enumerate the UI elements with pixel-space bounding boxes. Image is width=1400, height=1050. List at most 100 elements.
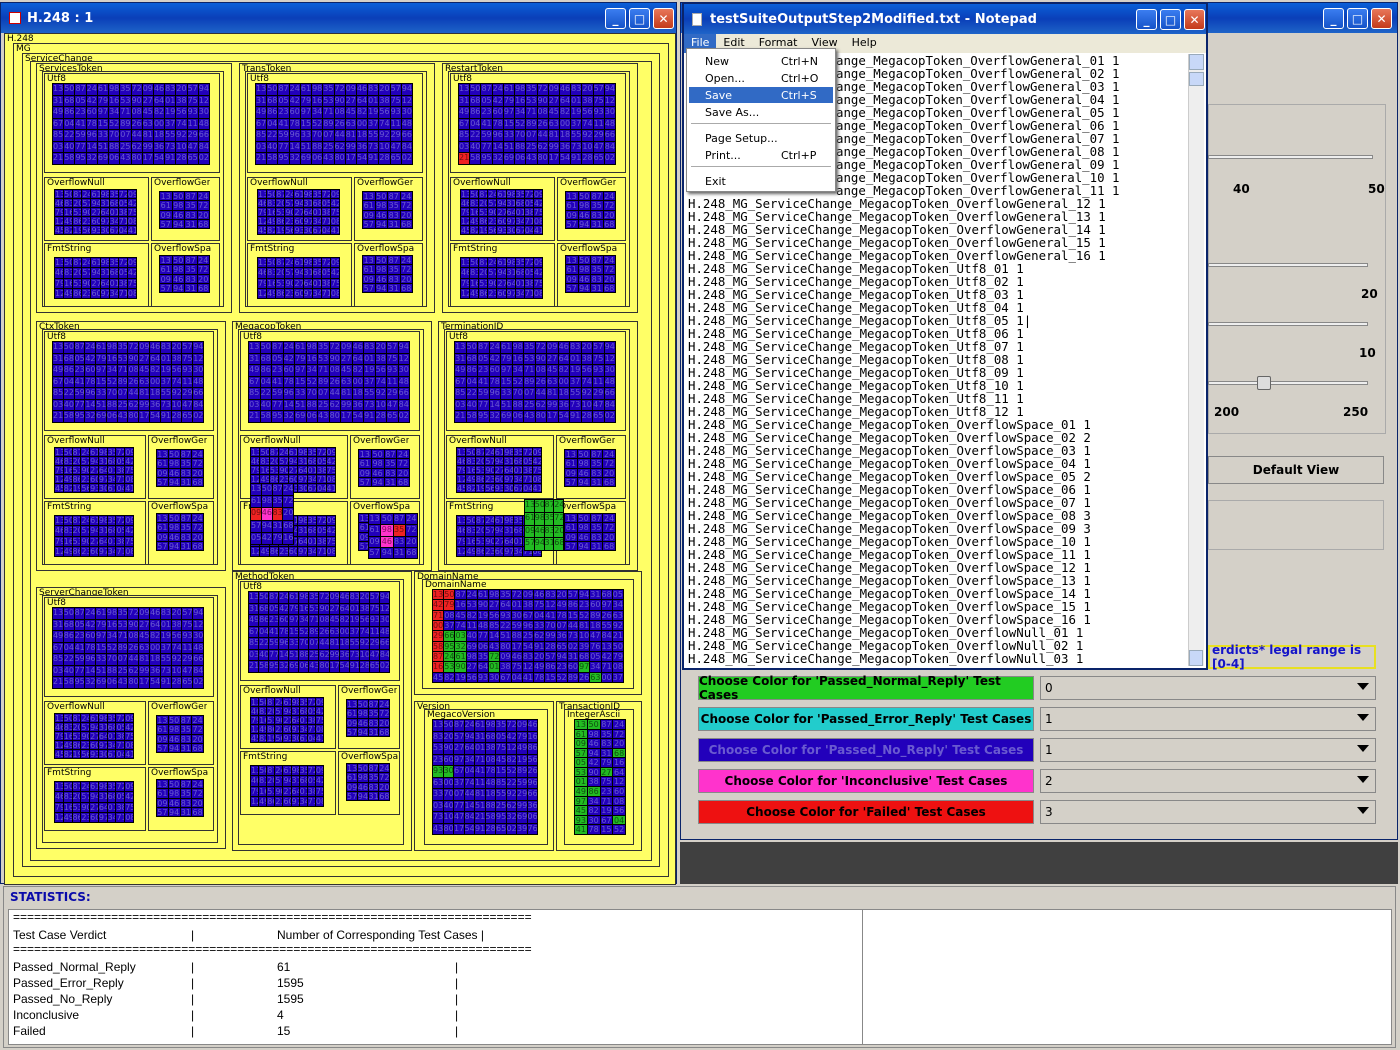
test-case-cell[interactable]: 97 xyxy=(504,546,513,556)
test-case-cell[interactable]: 85 xyxy=(249,388,260,399)
test-case-cell[interactable]: 38 xyxy=(116,466,125,474)
test-case-cell[interactable]: 30 xyxy=(298,484,307,492)
test-case-cell[interactable]: 61 xyxy=(90,714,98,722)
test-case-cell[interactable]: 15 xyxy=(96,376,106,388)
test-case-cell[interactable]: 79 xyxy=(501,353,512,365)
test-case-cell[interactable]: 08 xyxy=(125,546,133,556)
test-case-cell[interactable]: 72 xyxy=(197,201,209,210)
test-case-cell[interactable]: 83 xyxy=(384,468,397,477)
test-case-cell[interactable]: 74 xyxy=(379,118,390,130)
test-case-cell[interactable]: 46 xyxy=(258,199,267,207)
test-case-cell[interactable]: 28 xyxy=(379,153,390,164)
test-case-cell[interactable]: 94 xyxy=(497,268,506,278)
test-case-cell[interactable]: 20 xyxy=(534,651,545,662)
test-case-cell[interactable]: 90 xyxy=(275,716,283,724)
test-case-cell[interactable]: 10 xyxy=(582,141,593,153)
test-case-cell[interactable]: 99 xyxy=(341,399,352,411)
test-case-cell[interactable]: 61 xyxy=(347,773,357,782)
test-case-cell[interactable]: 97 xyxy=(506,217,515,225)
test-case-cell[interactable]: 16 xyxy=(299,603,309,615)
test-case-cell[interactable]: 37 xyxy=(160,642,171,654)
test-case-cell[interactable]: 79 xyxy=(251,786,259,796)
test-case-cell[interactable]: 57 xyxy=(363,283,375,292)
test-case-cell[interactable]: 70 xyxy=(106,654,117,665)
test-case-cell[interactable]: 31 xyxy=(98,792,107,802)
test-case-cell[interactable]: 79 xyxy=(55,802,63,812)
test-case-cell[interactable]: 32 xyxy=(506,812,516,823)
test-case-cell[interactable]: 70 xyxy=(109,130,120,141)
test-case-cell[interactable]: 87 xyxy=(72,782,81,792)
test-case-cell[interactable]: 12 xyxy=(251,546,260,556)
test-case-cell[interactable]: 81 xyxy=(329,638,339,649)
test-case-cell[interactable]: 08 xyxy=(612,662,623,672)
choose-color-button[interactable]: Choose Color for 'Passed_Error_Reply' Te… xyxy=(698,707,1034,731)
test-case-cell[interactable]: 17 xyxy=(329,661,339,672)
test-case-cell[interactable]: 00 xyxy=(352,376,363,388)
test-case-cell[interactable]: 87 xyxy=(272,342,283,353)
test-case-cell[interactable]: 04 xyxy=(511,672,522,682)
test-case-cell[interactable]: 94 xyxy=(90,723,98,731)
test-case-cell[interactable]: 33 xyxy=(433,789,443,800)
test-case-cell[interactable]: 64 xyxy=(153,95,165,107)
test-case-cell[interactable]: 28 xyxy=(545,641,556,651)
test-case-cell[interactable]: 27 xyxy=(90,536,98,546)
test-case-cell[interactable]: 50 xyxy=(357,700,368,709)
test-case-cell[interactable]: 93 xyxy=(387,365,398,376)
test-case-cell[interactable]: 75 xyxy=(390,95,401,107)
test-case-cell[interactable]: 09 xyxy=(347,782,357,791)
test-case-cell[interactable]: 47 xyxy=(593,399,604,411)
test-case-cell[interactable]: 66 xyxy=(444,631,455,641)
test-case-cell[interactable]: 20 xyxy=(479,199,488,207)
test-case-cell[interactable]: 55 xyxy=(368,130,379,141)
test-case-cell[interactable]: 62 xyxy=(535,399,546,411)
test-case-cell[interactable]: 20 xyxy=(192,532,203,541)
test-case-cell[interactable]: 24 xyxy=(283,484,293,496)
test-case-cell[interactable]: 12 xyxy=(461,288,470,298)
test-case-cell[interactable]: 47 xyxy=(390,141,401,153)
test-case-grid[interactable]: 1350872461983572094683205794316805427916… xyxy=(257,257,340,299)
test-case-cell[interactable]: 11 xyxy=(475,777,485,788)
test-case-cell[interactable]: 98 xyxy=(485,720,495,731)
test-case-cell[interactable]: 40 xyxy=(267,141,278,153)
test-case-cell[interactable]: 64 xyxy=(98,536,107,546)
test-case-cell[interactable]: 08 xyxy=(315,796,323,806)
test-case-cell[interactable]: 61 xyxy=(494,516,504,526)
test-case-cell[interactable]: 64 xyxy=(504,466,513,474)
test-case-grid[interactable]: 13508724619835720946832057943168 xyxy=(159,255,210,293)
test-case-cell[interactable]: 72 xyxy=(116,516,125,526)
test-case-cell[interactable]: 16 xyxy=(63,732,72,740)
test-case-cell[interactable]: 24 xyxy=(400,192,412,201)
test-case-cell[interactable]: 20 xyxy=(171,608,182,619)
test-case-cell[interactable]: 68 xyxy=(63,619,74,631)
test-case-cell[interactable]: 83 xyxy=(590,532,603,541)
test-case-cell[interactable]: 35 xyxy=(526,84,537,95)
test-case-cell[interactable]: 68 xyxy=(307,457,317,465)
test-case-cell[interactable]: 72 xyxy=(537,84,548,95)
test-case-cell[interactable]: 27 xyxy=(329,603,339,615)
test-case-cell[interactable]: 83 xyxy=(260,457,269,465)
test-case-cell[interactable]: 05 xyxy=(118,268,127,278)
test-case-cell[interactable]: 27 xyxy=(90,732,98,740)
test-case-cell[interactable]: 93 xyxy=(433,766,443,777)
test-case-cell[interactable]: 46 xyxy=(251,457,260,465)
test-case-cell[interactable]: 45 xyxy=(461,226,470,234)
test-case-cell[interactable]: 21 xyxy=(53,153,64,164)
test-case-cell[interactable]: 57 xyxy=(81,723,90,731)
test-case-cell[interactable]: 94 xyxy=(283,707,291,715)
test-case-cell[interactable]: 30 xyxy=(379,615,389,626)
test-case-cell[interactable]: 98 xyxy=(515,84,526,95)
test-case-cell[interactable]: 65 xyxy=(496,823,506,834)
test-case-cell[interactable]: 11 xyxy=(187,118,198,130)
test-case-cell[interactable]: 57 xyxy=(525,538,534,550)
test-case-cell[interactable]: 82 xyxy=(506,754,516,765)
test-case-cell[interactable]: 22 xyxy=(259,638,269,649)
test-case-cell[interactable]: 01 xyxy=(165,95,176,107)
test-case-cell[interactable]: 61 xyxy=(359,459,371,468)
test-case-cell[interactable]: 57 xyxy=(275,707,283,715)
test-case-cell[interactable]: 94 xyxy=(198,84,209,95)
test-case-cell[interactable]: 16 xyxy=(259,786,267,796)
test-case-cell[interactable]: 99 xyxy=(545,631,556,641)
file-menu-item[interactable]: Save As... xyxy=(689,104,833,120)
test-case-cell[interactable]: 53 xyxy=(475,536,485,546)
test-case-cell[interactable]: 16 xyxy=(106,353,117,365)
